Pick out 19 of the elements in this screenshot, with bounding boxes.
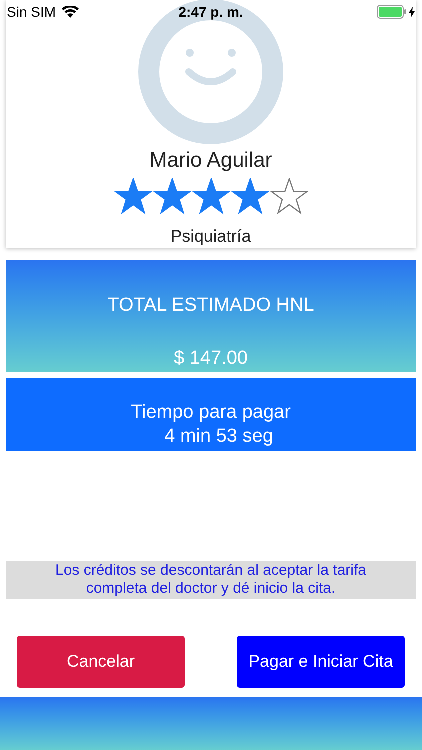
star-icon [114,178,152,215]
specialty-label: Psiquiatría [170,226,252,248]
star-icon [152,178,192,215]
battery-icon [377,5,407,19]
timer-label: Tiempo para pagar [131,401,291,425]
cancel-button[interactable]: Cancelar [17,636,185,688]
status-time: 2:47 p. m. [178,2,244,22]
carrier-label: Sin SIM [7,2,56,22]
wifi-icon [62,6,80,18]
total-label: TOTAL ESTIMADO HNL [108,294,314,318]
timer-value: 4 min 53 seg [164,425,274,449]
notice-text: Los créditos se descontarán al aceptar la tarifa completa del doctor y dé inicio la cita. [6,561,416,599]
total-amount: $ 147.00 [174,346,248,370]
star-icon [230,178,270,215]
charging-icon [409,6,415,18]
star-icon [192,178,230,215]
avatar-icon [136,0,286,146]
pay-button[interactable]: Pagar e Iniciar Cita [237,636,405,688]
doctor-name: Mario Aguilar [150,148,272,174]
